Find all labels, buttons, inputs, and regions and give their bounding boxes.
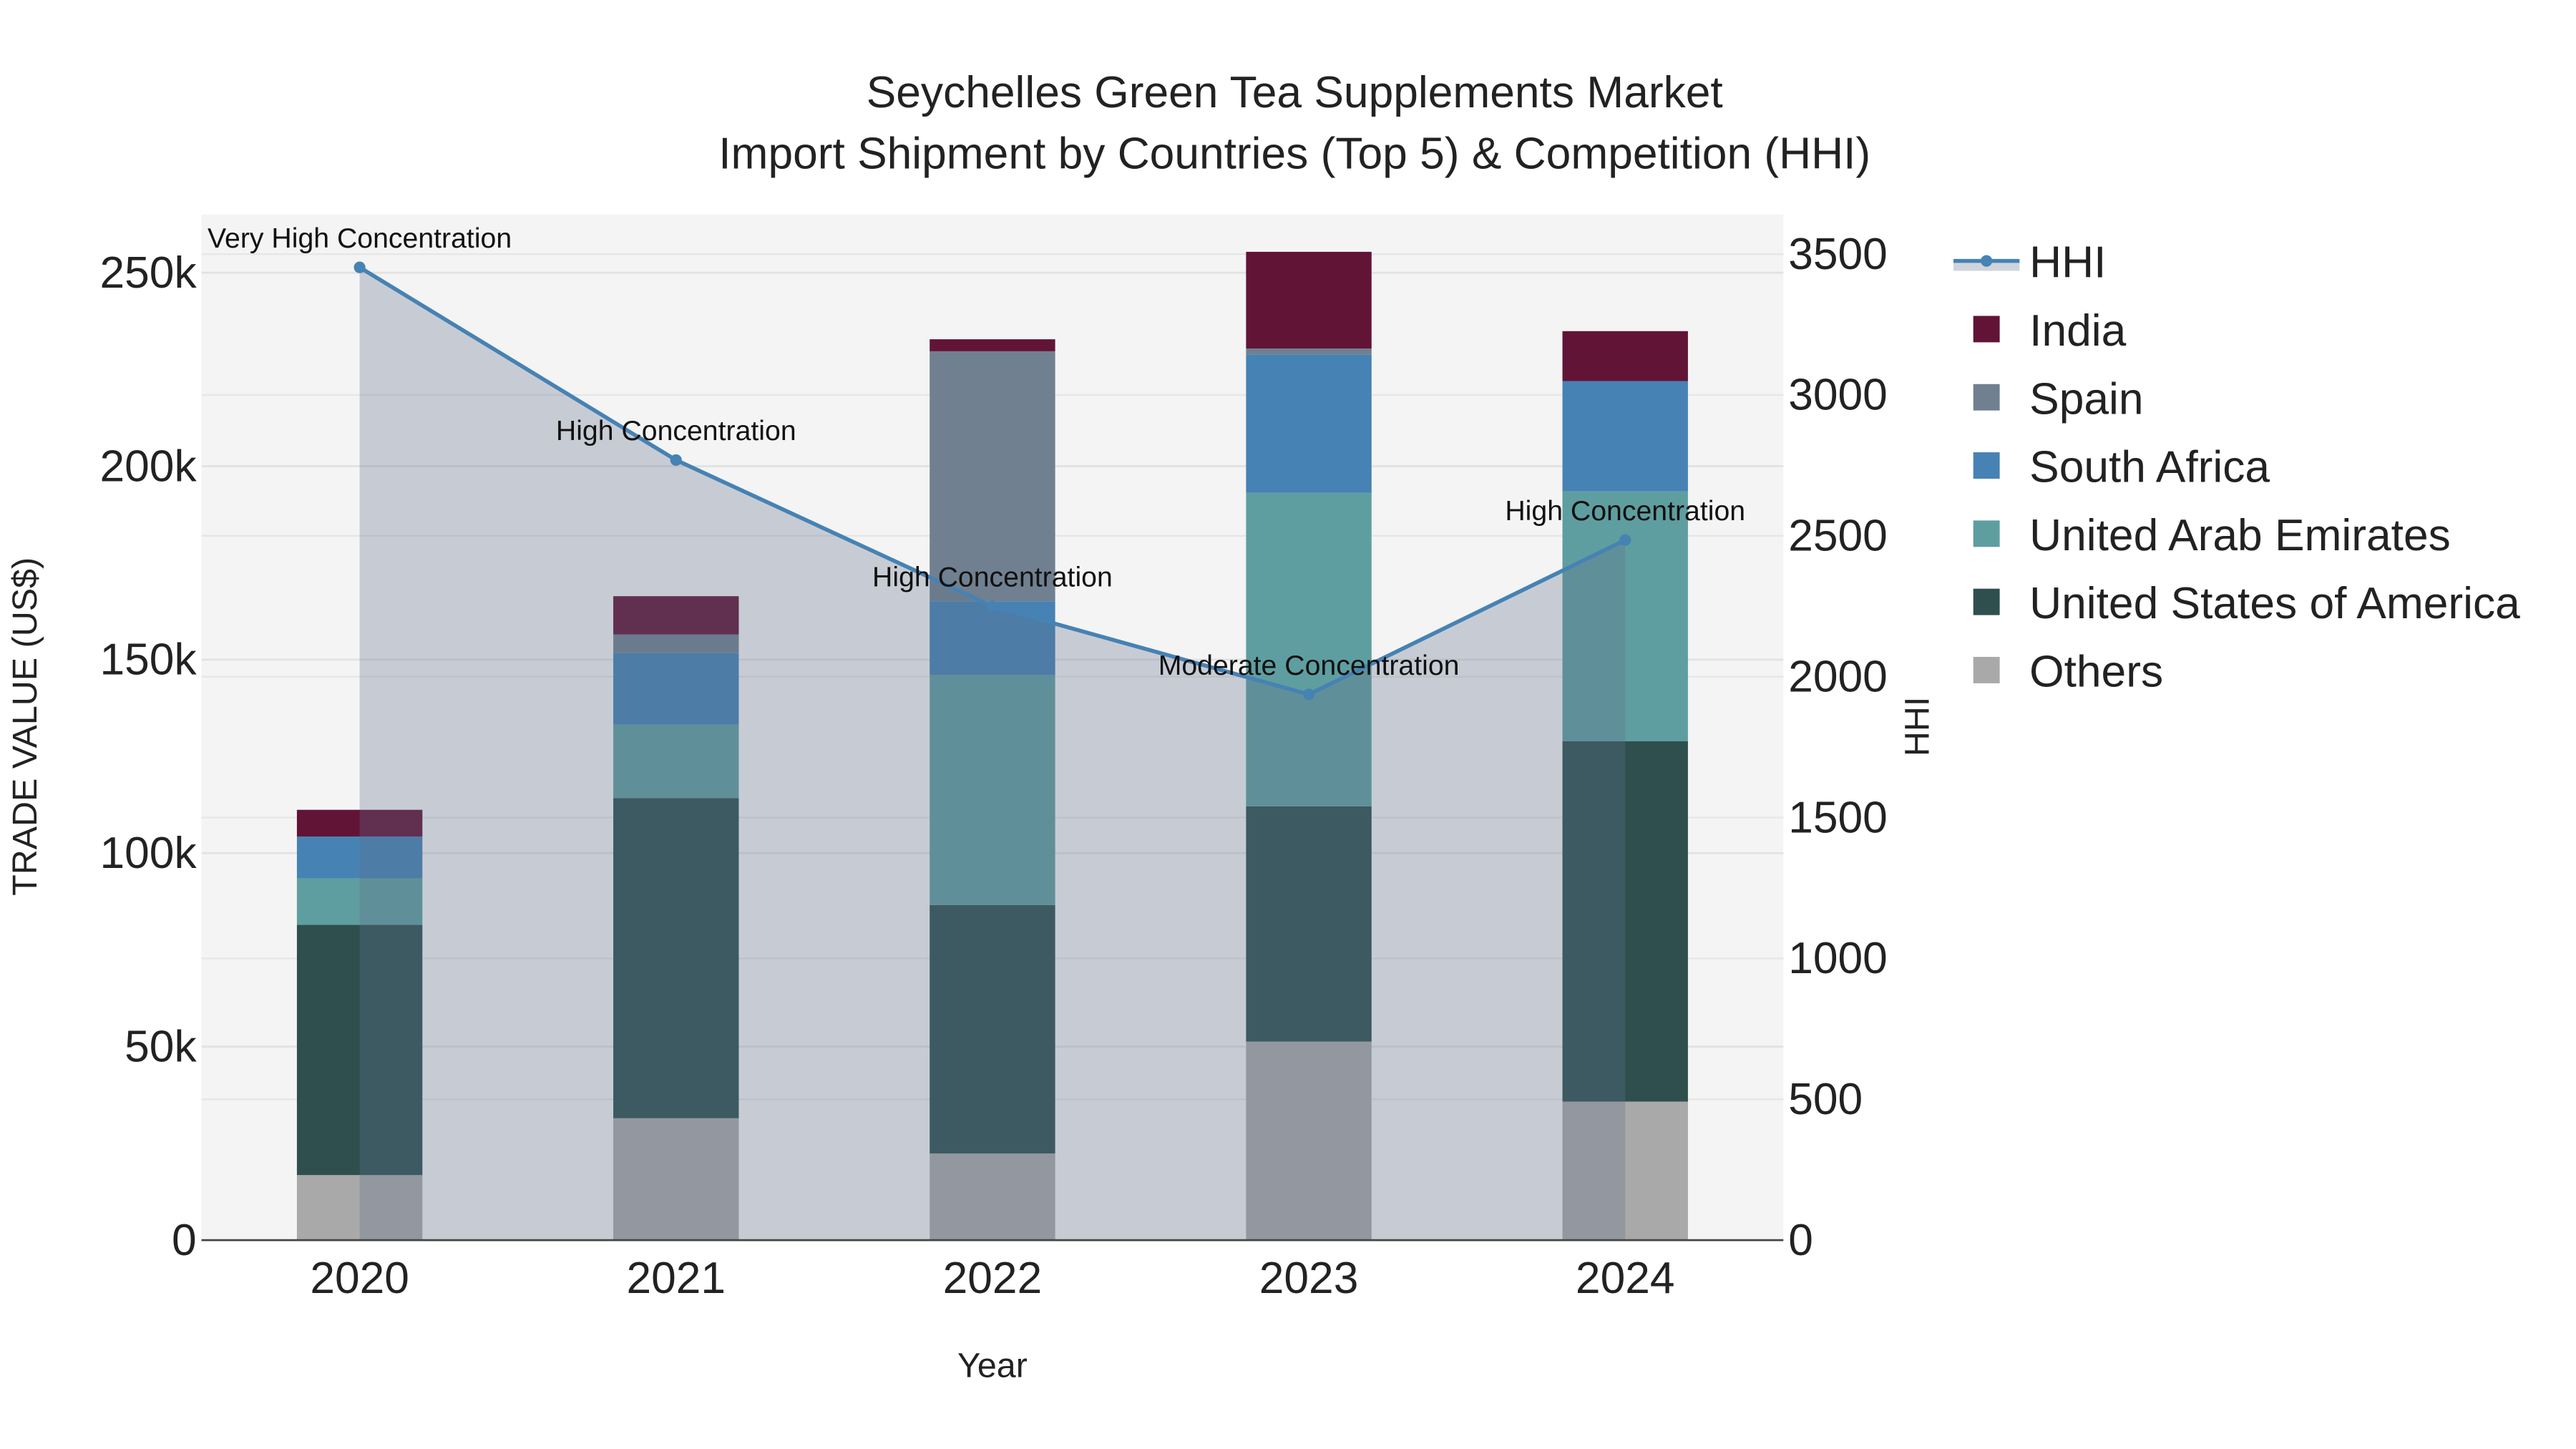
- y-tick-label: 100k: [100, 829, 197, 878]
- legend-label: Others: [2029, 648, 2163, 697]
- y2-tick-label: 1000: [1788, 934, 1888, 983]
- y2-tick-label: 2000: [1788, 652, 1888, 701]
- hhi-annotation: High Concentration: [556, 415, 796, 447]
- legend-label: United Arab Emirates: [2029, 511, 2451, 560]
- legend-swatch: [1973, 588, 2000, 615]
- hhi-point: [670, 454, 682, 466]
- y-tick-label: 0: [172, 1216, 197, 1265]
- legend-hhi-marker: [1981, 255, 1993, 267]
- legend-label: HHI: [2029, 238, 2106, 288]
- hhi-annotation: Very High Concentration: [208, 223, 512, 254]
- x-axis-title: Year: [957, 1347, 1028, 1385]
- x-tick-label: 2020: [310, 1254, 409, 1303]
- bar-south-africa: [1246, 354, 1372, 493]
- legend-swatch: [1973, 384, 2000, 411]
- y2-tick-label: 2500: [1788, 512, 1888, 561]
- bar-india: [1562, 331, 1688, 381]
- bar-spain: [1246, 348, 1372, 355]
- x-tick-label: 2022: [943, 1254, 1043, 1303]
- y-axis-title: TRADE VALUE (US$): [6, 557, 44, 896]
- chart-subtitle: Import Shipment by Countries (Top 5) & C…: [718, 129, 1870, 178]
- bar-india: [930, 339, 1055, 351]
- bar-south-africa: [1562, 381, 1688, 492]
- y2-axis-title: HHI: [1898, 697, 1936, 756]
- hhi-annotation: High Concentration: [872, 562, 1113, 593]
- legend: HHI India Spain South Africa United Arab Emi…: [1953, 238, 2520, 697]
- legend-label: United States of America: [2029, 579, 2520, 628]
- hhi-annotation: Moderate Concentration: [1158, 650, 1460, 681]
- legend-swatch: [1973, 316, 2000, 343]
- legend-swatch: [1973, 657, 2000, 683]
- legend-swatch: [1973, 520, 2000, 547]
- y2-tick-label: 500: [1788, 1075, 1863, 1124]
- hhi-annotation: High Concentration: [1505, 495, 1745, 527]
- legend-label: India: [2029, 306, 2126, 356]
- y2-tick-label: 0: [1788, 1216, 1813, 1265]
- legend-label: Spain: [2029, 374, 2143, 424]
- hhi-point: [1303, 688, 1315, 701]
- chart: Very High Concentration High Concentratio…: [6, 68, 2520, 1385]
- y2-tick-label: 3500: [1788, 230, 1888, 279]
- chart-title: Seychelles Green Tea Supplements Market: [867, 68, 1723, 117]
- x-tick-label: 2023: [1259, 1254, 1359, 1303]
- bar-india: [1246, 251, 1372, 349]
- y2-tick-label: 3000: [1788, 371, 1888, 420]
- hhi-point: [986, 600, 998, 613]
- x-tick-label: 2024: [1576, 1254, 1675, 1303]
- hhi-point: [353, 261, 366, 273]
- legend-swatch: [1973, 452, 2000, 479]
- legend-label: South Africa: [2029, 443, 2270, 492]
- y2-tick-label: 1500: [1788, 793, 1888, 842]
- x-tick-label: 2021: [626, 1254, 726, 1303]
- y-tick-label: 250k: [100, 248, 197, 298]
- y-tick-label: 50k: [125, 1022, 197, 1071]
- y-tick-label: 150k: [100, 635, 197, 685]
- hhi-point: [1619, 534, 1631, 546]
- y-tick-label: 200k: [100, 441, 197, 491]
